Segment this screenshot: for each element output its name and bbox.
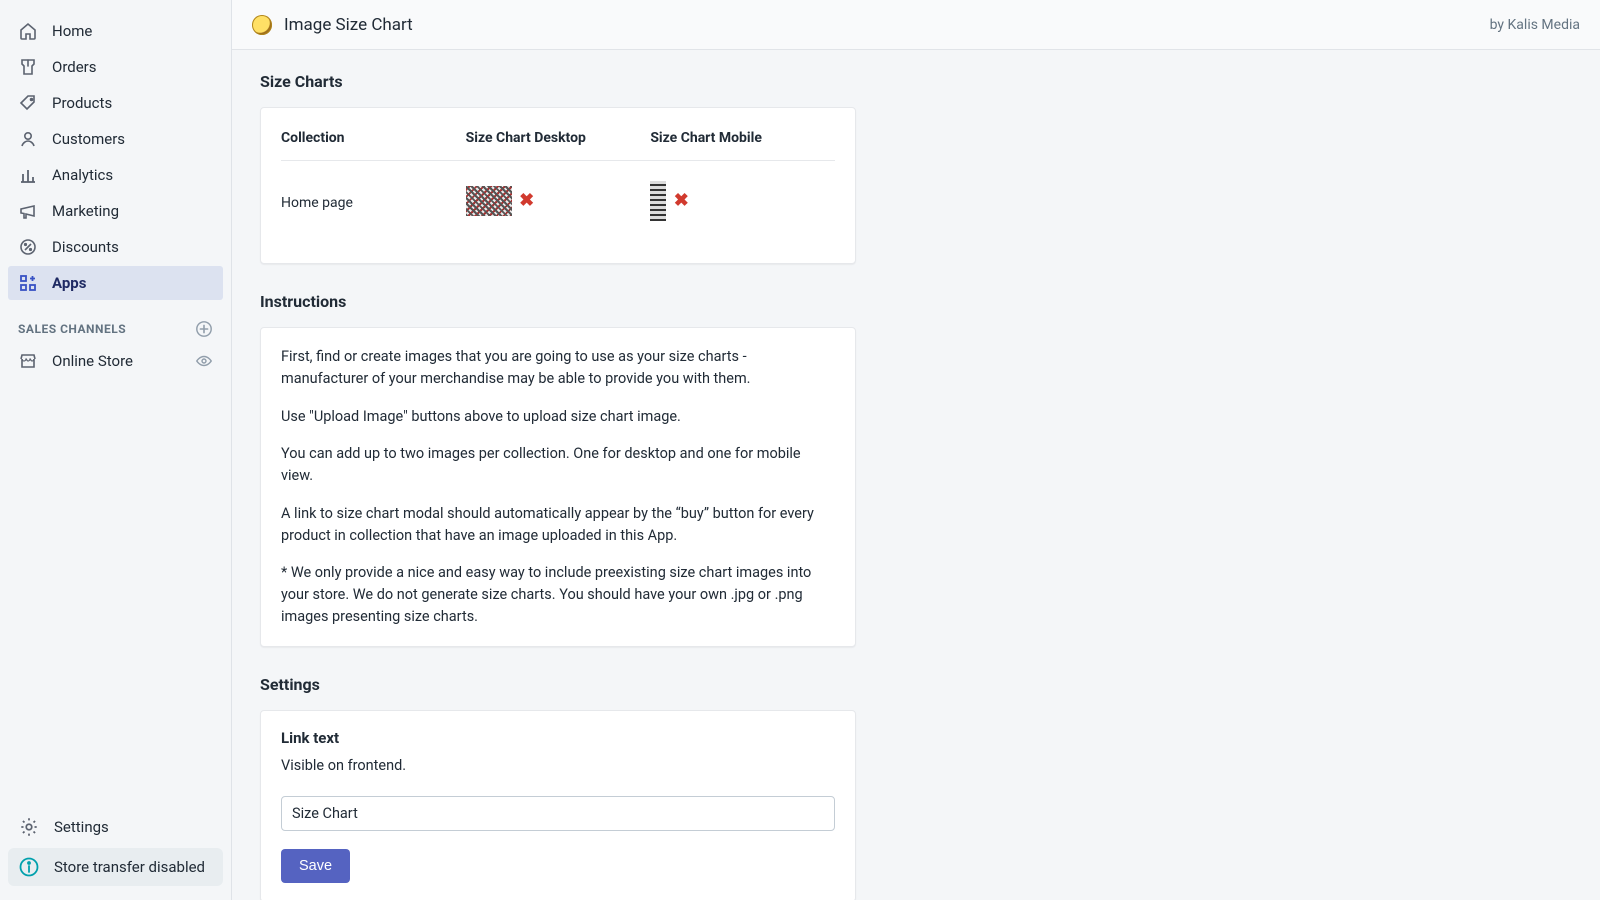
instructions-p: Use "Upload Image" buttons above to uplo… (281, 406, 835, 428)
nav-label: Discounts (52, 238, 119, 256)
home-icon (18, 21, 38, 41)
th-collection: Collection (281, 126, 466, 161)
link-text-input[interactable] (281, 796, 835, 831)
mobile-thumbnail[interactable] (650, 181, 666, 221)
th-desktop: Size Chart Desktop (466, 126, 651, 161)
nav-label: Apps (52, 274, 86, 292)
main: Image Size Chart by Kalis Media Size Cha… (232, 0, 1600, 900)
nav-marketing[interactable]: Marketing (8, 194, 223, 228)
instructions-p: You can add up to two images per collect… (281, 443, 835, 487)
channel-online-store[interactable]: Online Store (8, 344, 223, 378)
analytics-icon (18, 165, 38, 185)
instructions-p: * We only provide a nice and easy way to… (281, 562, 835, 627)
nav-label: Customers (52, 130, 125, 148)
topbar: Image Size Chart by Kalis Media (232, 0, 1600, 50)
th-mobile: Size Chart Mobile (650, 126, 835, 161)
add-channel-icon[interactable] (195, 320, 213, 338)
cell-desktop: ✖ (466, 161, 651, 246)
nav-label: Analytics (52, 166, 113, 184)
channel-label: Online Store (52, 352, 133, 370)
gear-icon (18, 816, 40, 838)
view-store-icon[interactable] (195, 352, 213, 370)
nav-orders[interactable]: Orders (8, 50, 223, 84)
nav-label: Orders (52, 58, 97, 76)
info-icon (18, 856, 40, 878)
primary-nav: Home Orders Products Customers Analytics (8, 14, 223, 302)
delete-mobile-icon[interactable]: ✖ (672, 192, 690, 210)
nav-apps[interactable]: Apps (8, 266, 223, 300)
sidebar: Home Orders Products Customers Analytics (0, 0, 232, 900)
marketing-icon (18, 201, 38, 221)
instructions-p: A link to size chart modal should automa… (281, 503, 835, 547)
instructions-heading: Instructions (260, 292, 856, 311)
settings-heading: Settings (260, 675, 856, 694)
instructions-card: First, find or create images that you ar… (260, 327, 856, 647)
customers-icon (18, 129, 38, 149)
nav-settings[interactable]: Settings (8, 808, 223, 846)
page-title: Image Size Chart (284, 15, 413, 35)
section-header-label: SALES CHANNELS (18, 322, 126, 336)
settings-card: Link text Visible on frontend. Save (260, 710, 856, 900)
cell-mobile: ✖ (650, 161, 835, 246)
nav-label: Products (52, 94, 112, 112)
sales-channels-header: SALES CHANNELS (8, 302, 223, 344)
nav-home[interactable]: Home (8, 14, 223, 48)
nav-products[interactable]: Products (8, 86, 223, 120)
nav-analytics[interactable]: Analytics (8, 158, 223, 192)
store-transfer-notice[interactable]: Store transfer disabled (8, 848, 223, 886)
byline: by Kalis Media (1490, 17, 1580, 33)
transfer-label: Store transfer disabled (54, 858, 205, 876)
nav-label: Marketing (52, 202, 119, 220)
nav-customers[interactable]: Customers (8, 122, 223, 156)
store-icon (18, 351, 38, 371)
delete-desktop-icon[interactable]: ✖ (518, 192, 536, 210)
instructions-p: First, find or create images that you ar… (281, 346, 835, 390)
products-icon (18, 93, 38, 113)
size-charts-heading: Size Charts (260, 72, 856, 91)
nav-label: Home (52, 22, 92, 40)
cell-collection: Home page (281, 161, 466, 246)
size-charts-card: Collection Size Chart Desktop Size Chart… (260, 107, 856, 264)
orders-icon (18, 57, 38, 77)
link-text-label: Link text (281, 729, 835, 747)
size-charts-table: Collection Size Chart Desktop Size Chart… (281, 126, 835, 245)
desktop-thumbnail[interactable] (466, 186, 512, 216)
save-button[interactable]: Save (281, 849, 350, 883)
settings-label: Settings (54, 818, 109, 836)
nav-discounts[interactable]: Discounts (8, 230, 223, 264)
link-text-desc: Visible on frontend. (281, 757, 835, 774)
content-scroll[interactable]: Size Charts Collection Size Chart Deskto… (232, 50, 1600, 900)
table-row: Home page ✖ ✖ (281, 161, 835, 246)
app-logo-icon (252, 15, 272, 35)
discounts-icon (18, 237, 38, 257)
apps-icon (18, 273, 38, 293)
